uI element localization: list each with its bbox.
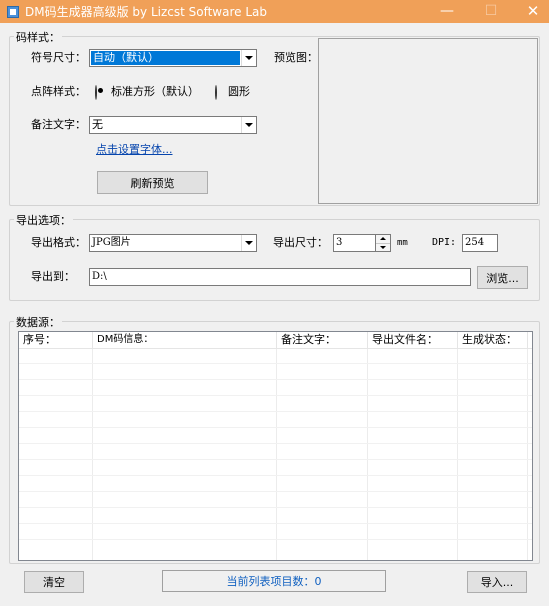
column-header-status[interactable]: 生成状态：: [458, 332, 528, 348]
list-header: 序号： DM码信息： 备注文字： 导出文件名： 生成状态：: [19, 332, 532, 349]
title-bar: DM码生成器高级版 by Lizcst Software Lab — ☐ ✕: [0, 0, 549, 23]
code-style-group-label: 码样式：: [14, 29, 62, 45]
refresh-preview-button[interactable]: 刷新预览: [97, 171, 208, 194]
data-list[interactable]: 序号： DM码信息： 备注文字： 导出文件名： 生成状态：: [18, 331, 533, 561]
export-options-group: [9, 219, 540, 301]
export-format-value: JPG图片: [92, 237, 131, 248]
export-size-label: 导出尺寸：: [273, 236, 328, 249]
column-header-index[interactable]: 序号：: [19, 332, 93, 348]
radio-circle-label[interactable]: 圆形: [228, 85, 250, 99]
minimize-button[interactable]: —: [432, 0, 462, 23]
export-path-input[interactable]: D:\: [89, 268, 471, 286]
preview-area: [318, 38, 538, 204]
radio-square-label[interactable]: 标准方形（默认）: [111, 85, 199, 99]
note-text-label: 备注文字：: [31, 118, 86, 131]
item-count-text: 当前列表项目数：0: [226, 575, 322, 588]
preview-label: 预览图：: [274, 51, 318, 64]
dpi-input[interactable]: 254: [462, 234, 498, 252]
clear-button[interactable]: 清空: [24, 571, 84, 593]
export-format-dropdown[interactable]: JPG图片: [89, 234, 257, 252]
column-header-filename[interactable]: 导出文件名：: [368, 332, 458, 348]
import-button[interactable]: 导入...: [467, 571, 527, 593]
symbol-size-label: 符号尺寸：: [31, 51, 86, 64]
chevron-down-icon[interactable]: [241, 235, 256, 251]
symbol-size-value: 自动（默认）: [91, 51, 240, 65]
export-options-group-label: 导出选项：: [14, 212, 73, 228]
export-size-input[interactable]: 3: [333, 234, 376, 252]
export-size-spinner[interactable]: [375, 234, 391, 252]
dpi-label: DPI:: [432, 237, 457, 248]
browse-button[interactable]: 浏览...: [477, 266, 528, 289]
close-button[interactable]: ✕: [518, 0, 548, 23]
symbol-size-dropdown[interactable]: 自动（默认）: [89, 49, 257, 67]
export-size-unit: mm: [397, 238, 408, 248]
font-settings-link[interactable]: 点击设置字体...: [96, 141, 173, 157]
export-format-label: 导出格式：: [31, 236, 86, 249]
app-icon: [7, 5, 19, 18]
export-path-label: 导出到：: [31, 270, 75, 283]
data-source-group-label: 数据源：: [14, 314, 62, 330]
radio-square[interactable]: [95, 85, 97, 100]
spin-down-icon[interactable]: [376, 244, 390, 252]
column-header-dm-info[interactable]: DM码信息：: [93, 332, 277, 348]
radio-circle[interactable]: [215, 85, 217, 100]
spin-up-icon[interactable]: [376, 235, 390, 244]
window-title: DM码生成器高级版 by Lizcst Software Lab: [25, 5, 267, 19]
note-text-value: 无: [92, 118, 103, 131]
chevron-down-icon[interactable]: [241, 50, 256, 66]
item-count-status: 当前列表项目数：0: [162, 570, 386, 592]
dot-style-label: 点阵样式：: [31, 85, 86, 98]
note-text-dropdown[interactable]: 无: [89, 116, 257, 134]
chevron-down-icon[interactable]: [241, 117, 256, 133]
list-grid: [19, 349, 532, 560]
maximize-button[interactable]: ☐: [476, 0, 506, 23]
column-header-note[interactable]: 备注文字：: [277, 332, 368, 348]
